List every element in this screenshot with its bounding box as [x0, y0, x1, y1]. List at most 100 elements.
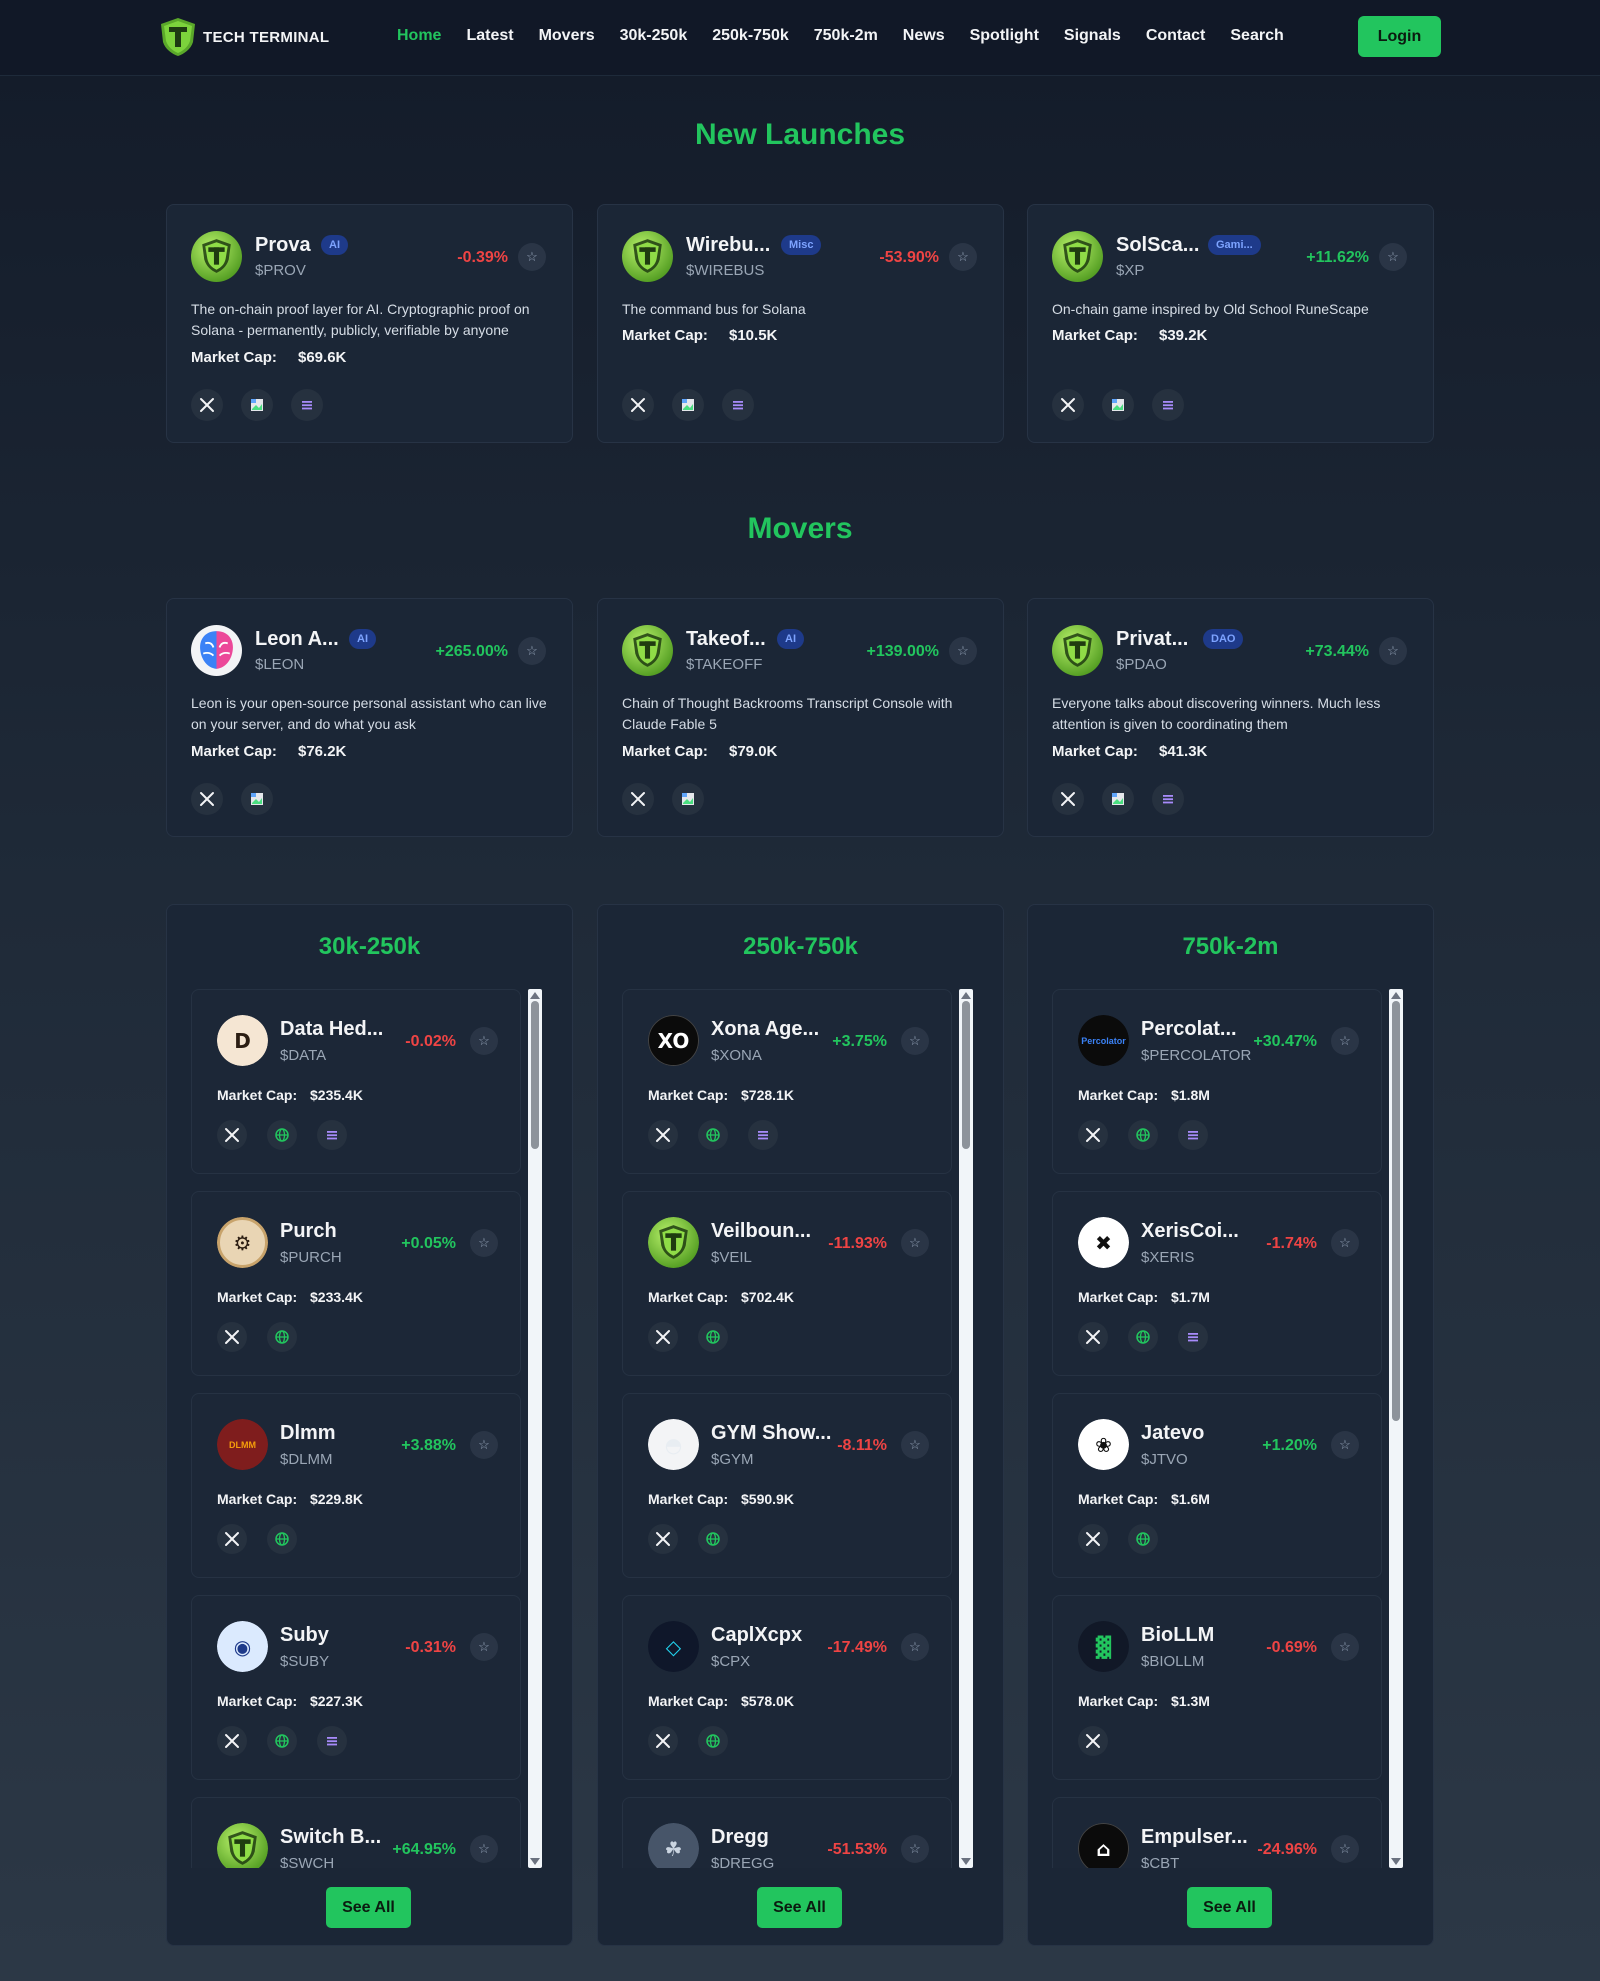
x-link-button[interactable]	[1078, 1322, 1108, 1352]
token-card[interactable]: Leon A... AI $LEON +265.00% ☆ Leon is your op…	[166, 598, 573, 837]
brand-logo[interactable]: TECH TERMINAL	[157, 16, 329, 58]
x-link-button[interactable]	[1052, 389, 1084, 421]
website-image-button[interactable]	[1102, 389, 1134, 421]
token-card[interactable]: D Data Hed... $DATA -0.02% ☆ Market Cap: $235.…	[191, 989, 521, 1174]
see-all-button[interactable]: See All	[326, 1887, 411, 1928]
favorite-star-button[interactable]: ☆	[1379, 243, 1407, 271]
docs-link-button[interactable]	[1152, 389, 1184, 421]
nav-contact[interactable]: Contact	[1146, 27, 1206, 45]
x-link-button[interactable]	[191, 389, 223, 421]
website-link-button[interactable]	[267, 1120, 297, 1150]
scroll-up-arrow-icon[interactable]	[1391, 992, 1401, 999]
favorite-star-button[interactable]: ☆	[518, 637, 546, 665]
website-image-button[interactable]	[1102, 783, 1134, 815]
favorite-star-button[interactable]: ☆	[1331, 1835, 1359, 1863]
nav-750k-2m[interactable]: 750k-2m	[814, 27, 878, 45]
token-card[interactable]: Veilboun... $VEIL -11.93% ☆ Market Cap: $702.…	[622, 1191, 952, 1376]
favorite-star-button[interactable]: ☆	[1331, 1027, 1359, 1055]
token-card[interactable]: SolSca... Gami... $XP +11.62% ☆ On-chain game…	[1027, 204, 1434, 443]
token-card[interactable]: Prova AI $PROV -0.39% ☆ The on-chain proof la…	[166, 204, 573, 443]
scrollbar-thumb[interactable]	[531, 1001, 539, 1149]
website-link-button[interactable]	[698, 1120, 728, 1150]
scroll-list[interactable]: XO Xona Age... $XONA +3.75% ☆ Market Cap: $728…	[622, 989, 968, 1868]
docs-link-button[interactable]	[722, 389, 754, 421]
website-link-button[interactable]	[1128, 1524, 1158, 1554]
token-card[interactable]: ❀ Jatevo $JTVO +1.20% ☆ Market Cap: $1.6M	[1052, 1393, 1382, 1578]
token-card[interactable]: Wirebu... Misc $WIREBUS -53.90% ☆ The command…	[597, 204, 1004, 443]
favorite-star-button[interactable]: ☆	[470, 1431, 498, 1459]
website-link-button[interactable]	[698, 1322, 728, 1352]
website-link-button[interactable]	[698, 1726, 728, 1756]
x-link-button[interactable]	[1052, 783, 1084, 815]
docs-link-button[interactable]	[291, 389, 323, 421]
scrollbar-thumb[interactable]	[962, 1001, 970, 1149]
scroll-down-arrow-icon[interactable]	[530, 1858, 540, 1865]
favorite-star-button[interactable]: ☆	[901, 1431, 929, 1459]
scroll-list[interactable]: Percolator Percolat... $PERCOLATOR +30.47% ☆…	[1052, 989, 1398, 1868]
x-link-button[interactable]	[648, 1524, 678, 1554]
token-card[interactable]: ◇ CaplXcpx $CPX -17.49% ☆ Market Cap: $578.0K	[622, 1595, 952, 1780]
scrollbar-thumb[interactable]	[1392, 1001, 1400, 1421]
x-link-button[interactable]	[217, 1322, 247, 1352]
see-all-button[interactable]: See All	[1187, 1887, 1272, 1928]
nav-spotlight[interactable]: Spotlight	[970, 27, 1039, 45]
token-card[interactable]: ◉ Suby $SUBY -0.31% ☆ Market Cap: $227.3K	[191, 1595, 521, 1780]
token-card[interactable]: DLMM Dlmm $DLMM +3.88% ☆ Market Cap: $229.8K	[191, 1393, 521, 1578]
scrollbar[interactable]	[528, 989, 542, 1868]
nav-movers[interactable]: Movers	[539, 27, 595, 45]
favorite-star-button[interactable]: ☆	[901, 1633, 929, 1661]
x-link-button[interactable]	[648, 1120, 678, 1150]
website-link-button[interactable]	[267, 1322, 297, 1352]
login-button[interactable]: Login	[1358, 16, 1441, 57]
nav-30k-250k[interactable]: 30k-250k	[620, 27, 688, 45]
nav-home[interactable]: Home	[397, 27, 441, 45]
website-link-button[interactable]	[1128, 1120, 1158, 1150]
x-link-button[interactable]	[1078, 1524, 1108, 1554]
nav-news[interactable]: News	[903, 27, 945, 45]
website-link-button[interactable]	[1128, 1322, 1158, 1352]
website-link-button[interactable]	[698, 1524, 728, 1554]
scrollbar[interactable]	[959, 989, 973, 1868]
docs-link-button[interactable]	[748, 1120, 778, 1150]
docs-link-button[interactable]	[317, 1120, 347, 1150]
website-image-button[interactable]	[672, 783, 704, 815]
nav-search[interactable]: Search	[1230, 27, 1283, 45]
token-card[interactable]: ◓ GYM Show... $GYM -8.11% ☆ Market Cap: $590.9…	[622, 1393, 952, 1578]
docs-link-button[interactable]	[1152, 783, 1184, 815]
scroll-up-arrow-icon[interactable]	[961, 992, 971, 999]
x-link-button[interactable]	[1078, 1120, 1108, 1150]
scroll-down-arrow-icon[interactable]	[1391, 1858, 1401, 1865]
x-link-button[interactable]	[217, 1726, 247, 1756]
x-link-button[interactable]	[622, 389, 654, 421]
favorite-star-button[interactable]: ☆	[1379, 637, 1407, 665]
token-card[interactable]: ⌂ Empulser... $CBT -24.96% ☆	[1052, 1797, 1382, 1868]
favorite-star-button[interactable]: ☆	[949, 637, 977, 665]
x-link-button[interactable]	[191, 783, 223, 815]
x-link-button[interactable]	[1078, 1726, 1108, 1756]
favorite-star-button[interactable]: ☆	[470, 1027, 498, 1055]
website-image-button[interactable]	[241, 783, 273, 815]
docs-link-button[interactable]	[317, 1726, 347, 1756]
token-card[interactable]: ▓ BioLLM $BIOLLM -0.69% ☆ Market Cap: $1.3M	[1052, 1595, 1382, 1780]
token-card[interactable]: ⚙ Purch $PURCH +0.05% ☆ Market Cap: $233.4K	[191, 1191, 521, 1376]
website-link-button[interactable]	[267, 1726, 297, 1756]
favorite-star-button[interactable]: ☆	[470, 1229, 498, 1257]
docs-link-button[interactable]	[1178, 1120, 1208, 1150]
scroll-down-arrow-icon[interactable]	[961, 1858, 971, 1865]
favorite-star-button[interactable]: ☆	[470, 1835, 498, 1863]
favorite-star-button[interactable]: ☆	[470, 1633, 498, 1661]
favorite-star-button[interactable]: ☆	[949, 243, 977, 271]
favorite-star-button[interactable]: ☆	[518, 243, 546, 271]
see-all-button[interactable]: See All	[757, 1887, 842, 1928]
token-card[interactable]: XO Xona Age... $XONA +3.75% ☆ Market Cap: $728…	[622, 989, 952, 1174]
x-link-button[interactable]	[217, 1120, 247, 1150]
website-link-button[interactable]	[267, 1524, 297, 1554]
token-card[interactable]: Takeof... AI $TAKEOFF +139.00% ☆ Chain of Tho…	[597, 598, 1004, 837]
nav-latest[interactable]: Latest	[466, 27, 513, 45]
favorite-star-button[interactable]: ☆	[1331, 1431, 1359, 1459]
scroll-up-arrow-icon[interactable]	[530, 992, 540, 999]
x-link-button[interactable]	[648, 1726, 678, 1756]
token-card[interactable]: ☘ Dregg $DREGG -51.53% ☆	[622, 1797, 952, 1868]
x-link-button[interactable]	[622, 783, 654, 815]
favorite-star-button[interactable]: ☆	[901, 1027, 929, 1055]
